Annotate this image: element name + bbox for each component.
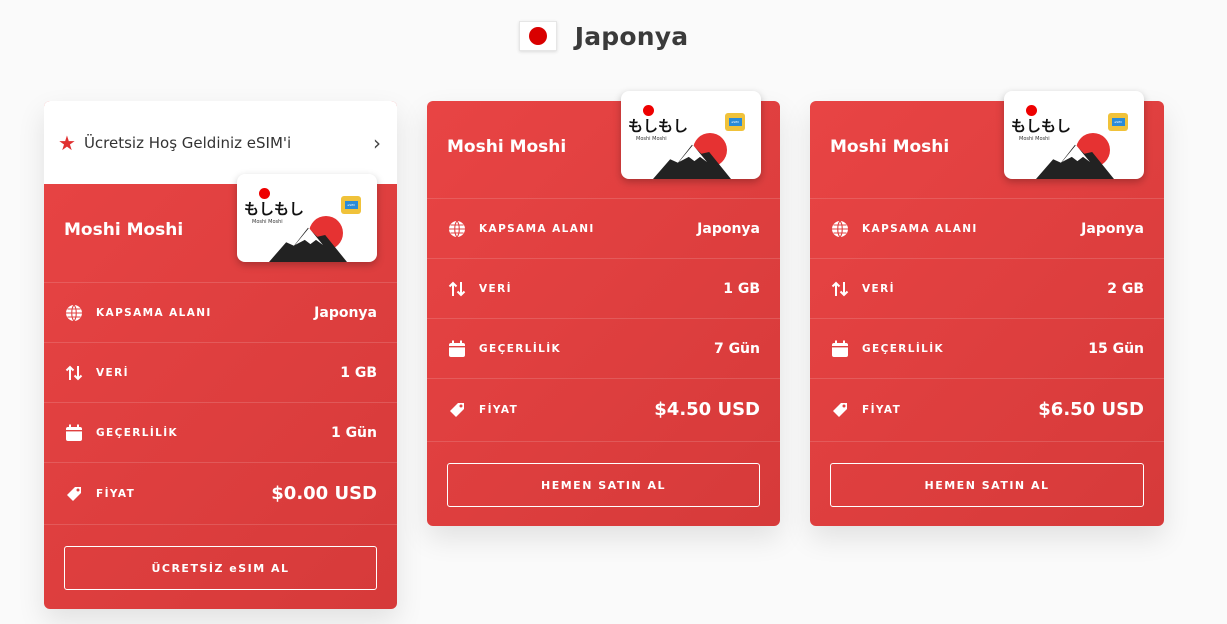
coverage-label: KAPSAMA ALANI: [862, 222, 978, 235]
plan-card-7-day: Moshi Moshi もしもし Moshi Moshi eSIM KAPSAM…: [427, 91, 780, 526]
action-area: ÜCRETSİZ eSIM AL: [44, 524, 397, 609]
price-tag-icon: [64, 484, 84, 504]
calendar-icon: [830, 339, 850, 359]
validity-row: GEÇERLİLİK 7 Gün: [427, 318, 780, 378]
sim-brand-sub: Moshi Moshi: [252, 219, 283, 225]
globe-icon: [830, 219, 850, 239]
globe-icon: [447, 219, 467, 239]
validity-value: 15 Gün: [1088, 340, 1144, 357]
price-row: FİYAT $0.00 USD: [44, 462, 397, 524]
price-tag-icon: [830, 400, 850, 420]
price-value: $6.50 USD: [1038, 399, 1144, 420]
price-value: $4.50 USD: [654, 399, 760, 420]
action-area: HEMEN SATIN AL: [427, 441, 780, 526]
price-row: FİYAT $4.50 USD: [427, 378, 780, 440]
coverage-value: Japonya: [314, 304, 377, 321]
data-transfer-icon: [447, 279, 467, 299]
validity-row: GEÇERLİLİK 1 Gün: [44, 402, 397, 462]
coverage-label: KAPSAMA ALANI: [479, 222, 595, 235]
coverage-value: Japonya: [697, 220, 760, 237]
welcome-esim-text: Ücretsiz Hoş Geldiniz eSIM'i: [83, 133, 292, 152]
buy-now-button[interactable]: HEMEN SATIN AL: [447, 463, 760, 507]
plan-title-row: Moshi Moshi もしもし Moshi Moshi eSIM: [44, 174, 397, 266]
coverage-label: KAPSAMA ALANI: [96, 306, 212, 319]
price-row: FİYAT $6.50 USD: [810, 378, 1164, 440]
globe-icon: [64, 303, 84, 323]
data-label: VERİ: [479, 282, 512, 295]
plan-name: Moshi Moshi: [830, 137, 950, 157]
sim-brand: もしもし: [244, 200, 305, 218]
plan-card-15-day: Moshi Moshi もしもし Moshi Moshi eSIM KAPSAM…: [810, 91, 1164, 526]
sim-brand: もしもし: [628, 117, 689, 135]
buy-now-button[interactable]: HEMEN SATIN AL: [830, 463, 1144, 507]
data-label: VERİ: [96, 366, 129, 379]
plan-card-free: ★ Ücretsiz Hoş Geldiniz eSIM'i › Moshi M…: [44, 101, 397, 609]
page-title: Japonya: [574, 21, 689, 51]
chevron-right-icon[interactable]: ›: [373, 133, 381, 153]
data-transfer-icon: [64, 363, 84, 383]
sim-brand: もしもし: [1011, 117, 1072, 135]
price-value: $0.00 USD: [271, 483, 377, 504]
plan-name: Moshi Moshi: [447, 137, 567, 157]
plan-title-row: Moshi Moshi もしもし Moshi Moshi eSIM: [427, 91, 780, 183]
welcome-esim-banner[interactable]: ★ Ücretsiz Hoş Geldiniz eSIM'i ›: [44, 101, 397, 184]
plan-name: Moshi Moshi: [64, 220, 184, 240]
calendar-icon: [447, 339, 467, 359]
price-label: FİYAT: [479, 403, 519, 416]
data-row: VERİ 1 GB: [44, 342, 397, 402]
validity-label: GEÇERLİLİK: [479, 342, 562, 355]
validity-label: GEÇERLİLİK: [96, 426, 179, 439]
esim-card-image: もしもし Moshi Moshi eSIM: [621, 91, 761, 179]
coverage-value: Japonya: [1081, 220, 1144, 237]
sim-brand-sub: Moshi Moshi: [1019, 136, 1050, 142]
chip-icon: eSIM: [341, 196, 361, 214]
chip-icon: eSIM: [725, 113, 745, 131]
japan-flag-icon: [518, 21, 557, 51]
coverage-row: KAPSAMA ALANI Japonya: [810, 198, 1164, 258]
sim-brand-sub: Moshi Moshi: [636, 136, 667, 142]
validity-value: 7 Gün: [713, 340, 760, 357]
coverage-row: KAPSAMA ALANI Japonya: [427, 198, 780, 258]
data-row: VERİ 2 GB: [810, 258, 1164, 318]
page-header: Japonya: [0, 18, 1227, 54]
data-row: VERİ 1 GB: [427, 258, 780, 318]
data-value: 2 GB: [1107, 280, 1144, 297]
esim-card-image: もしもし Moshi Moshi eSIM: [1004, 91, 1144, 179]
data-transfer-icon: [830, 279, 850, 299]
data-label: VERİ: [862, 282, 895, 295]
data-value: 1 GB: [340, 364, 377, 381]
validity-label: GEÇERLİLİK: [862, 342, 945, 355]
esim-card-image: もしもし Moshi Moshi eSIM: [237, 174, 377, 262]
action-area: HEMEN SATIN AL: [810, 441, 1164, 526]
get-free-esim-button[interactable]: ÜCRETSİZ eSIM AL: [64, 546, 377, 590]
plan-title-row: Moshi Moshi もしもし Moshi Moshi eSIM: [810, 91, 1164, 183]
price-label: FİYAT: [862, 403, 902, 416]
data-value: 1 GB: [723, 280, 760, 297]
validity-row: GEÇERLİLİK 15 Gün: [810, 318, 1164, 378]
chip-icon: eSIM: [1108, 113, 1128, 131]
calendar-icon: [64, 423, 84, 443]
price-tag-icon: [447, 400, 467, 420]
coverage-row: KAPSAMA ALANI Japonya: [44, 282, 397, 342]
validity-value: 1 Gün: [330, 424, 377, 441]
price-label: FİYAT: [96, 487, 136, 500]
star-icon: ★: [58, 130, 76, 155]
